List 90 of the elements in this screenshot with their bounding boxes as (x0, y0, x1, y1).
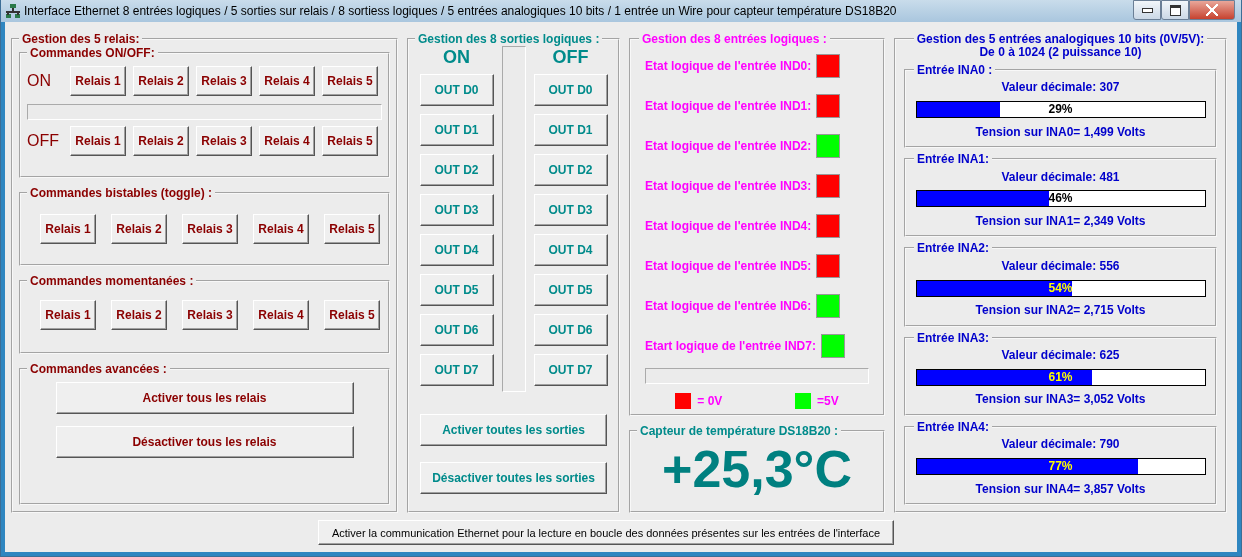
progress-percent: 29% (1047, 102, 1074, 118)
column-heading: ON (443, 46, 470, 68)
progress-percent: 54% (1047, 280, 1074, 296)
relay-button[interactable]: Relais 3 (182, 300, 238, 330)
group-title: Capteur de température DS18B20 : (639, 424, 840, 438)
relay-button[interactable]: Relais 5 (322, 126, 378, 156)
outputs-all-button[interactable]: Activer toutes les sorties (420, 414, 607, 446)
input-label: Etat logique de l'entrée IND4: (645, 219, 812, 233)
temperature-value: +25,3°C (662, 438, 852, 499)
legend-label: =5V (817, 394, 839, 408)
output-button[interactable]: OUT D6 (419, 314, 494, 346)
relay-button[interactable]: Relais 2 (111, 214, 167, 244)
voltage-reading: Tension sur INA0= 1,499 Volts (975, 124, 1146, 139)
group-title: Commandes avancées : (29, 362, 168, 376)
relay-button[interactable]: Relais 5 (324, 300, 380, 330)
window-title: Interface Ethernet 8 entrées logiques / 5 sorties sur relais / 8 sortiess logiques / 5 entrées analogiques 10 bits / 1 entrée un Wire pour capteur température DS18B20 (24, 4, 898, 18)
input-label: Etat logique de l'entrée IND6: (645, 299, 812, 313)
output-button[interactable]: OUT D1 (419, 114, 494, 146)
relay-button[interactable]: Relais 4 (253, 300, 309, 330)
relay-all-button[interactable]: Activer tous les relais (55, 382, 354, 414)
relay-button[interactable]: Relais 4 (259, 126, 315, 156)
output-button[interactable]: OUT D3 (533, 194, 608, 226)
output-button[interactable]: OUT D2 (419, 154, 494, 186)
column-heading: OFF (552, 46, 589, 68)
output-button[interactable]: OUT D2 (533, 154, 608, 186)
relay-button[interactable]: Relais 1 (40, 214, 96, 244)
group-title: Commandes bistables (toggle) : (29, 186, 214, 200)
voltage-reading: Tension sur INA2= 2,715 Volts (975, 303, 1146, 318)
output-button[interactable]: OUT D7 (533, 354, 608, 386)
output-button[interactable]: OUT D0 (533, 74, 608, 106)
progress-percent: 61% (1047, 369, 1074, 385)
relay-button[interactable]: Relais 4 (253, 214, 309, 244)
group-title: Entrée INA4: (916, 419, 991, 434)
relay-button[interactable]: Relais 4 (259, 66, 315, 96)
relay-button[interactable]: Relais 3 (196, 126, 252, 156)
output-button[interactable]: OUT D4 (533, 234, 608, 266)
minimize-button[interactable] (1133, 0, 1161, 20)
input-label: Etat logique de l'entrée IND2: (645, 139, 812, 153)
relay-all-button[interactable]: Désactiver tous les relais (55, 426, 354, 458)
voltage-reading: Tension sur INA3= 3,052 Volts (975, 392, 1146, 407)
relay-button[interactable]: Relais 1 (70, 126, 126, 156)
input-label: Etat logique de l'entrée IND5: (645, 259, 812, 273)
group-title: Commandes momentanées : (29, 274, 195, 288)
relay-button[interactable]: Relais 3 (182, 214, 238, 244)
relay-button[interactable]: Relais 1 (40, 300, 96, 330)
decimal-value: Valeur décimale: 790 (1001, 437, 1120, 452)
decimal-value: Valeur décimale: 307 (1001, 80, 1120, 95)
row-label: OFF (27, 132, 60, 150)
output-button[interactable]: OUT D1 (533, 114, 608, 146)
decimal-value: Valeur décimale: 481 (1001, 169, 1120, 184)
output-button[interactable]: OUT D0 (419, 74, 494, 106)
decimal-value: Valeur décimale: 556 (1001, 258, 1120, 273)
group-title: Entrée INA1: (916, 152, 991, 167)
output-button[interactable]: OUT D3 (419, 194, 494, 226)
output-button[interactable]: OUT D7 (419, 354, 494, 386)
voltage-reading: Tension sur INA4= 3,857 Volts (975, 481, 1146, 496)
relay-button[interactable]: Relais 5 (322, 66, 378, 96)
group-title: Gestion des 5 relais: (21, 32, 141, 46)
output-button[interactable]: OUT D5 (533, 274, 608, 306)
group-title: Entrée INA3: (916, 330, 991, 345)
progress-percent: 77% (1047, 458, 1074, 474)
input-label: Etart logique de l'entrée IND7: (645, 339, 816, 353)
input-label: Etat logique de l'entrée IND1: (645, 99, 812, 113)
relay-button[interactable]: Relais 2 (111, 300, 167, 330)
relay-button[interactable]: Relais 5 (324, 214, 380, 244)
group-title: Entrée INA2: (916, 241, 991, 256)
group-subtitle: De 0 à 1024 (2 puissance 10) (978, 45, 1143, 59)
input-label: Etat logique de l'entrée IND3: (645, 179, 812, 193)
ethernet-button[interactable]: Activer la communication Ethernet pour la lecture en boucle des données présentes sur les entrées de l'interface (318, 520, 894, 545)
group-title: Gestion des 5 entrées analogiques 10 bits (0V/5V): (915, 32, 1206, 46)
output-button[interactable]: OUT D5 (419, 274, 494, 306)
relay-button[interactable]: Relais 3 (196, 66, 252, 96)
row-label: ON (27, 72, 52, 90)
decimal-value: Valeur décimale: 625 (1001, 347, 1120, 362)
group-title: Gestion des 8 entrées logiques : (641, 32, 828, 46)
group-title: Gestion des 8 sorties logiques : (417, 32, 601, 46)
maximize-button[interactable] (1161, 0, 1189, 20)
legend-label: = 0V (697, 394, 723, 408)
relay-button[interactable]: Relais 2 (133, 66, 189, 96)
outputs-all-button[interactable]: Désactiver toutes les sorties (420, 462, 607, 494)
output-button[interactable]: OUT D4 (419, 234, 494, 266)
close-button[interactable] (1189, 0, 1235, 20)
group-title: Commandes ON/OFF: (29, 46, 156, 60)
input-label: Etat logique de l'entrée IND0: (645, 59, 812, 73)
relay-button[interactable]: Relais 2 (133, 126, 189, 156)
voltage-reading: Tension sur INA1= 2,349 Volts (975, 214, 1146, 229)
output-button[interactable]: OUT D6 (533, 314, 608, 346)
network-icon (5, 3, 21, 19)
group-title: Entrée INA0 : (916, 63, 994, 77)
relay-button[interactable]: Relais 1 (70, 66, 126, 96)
